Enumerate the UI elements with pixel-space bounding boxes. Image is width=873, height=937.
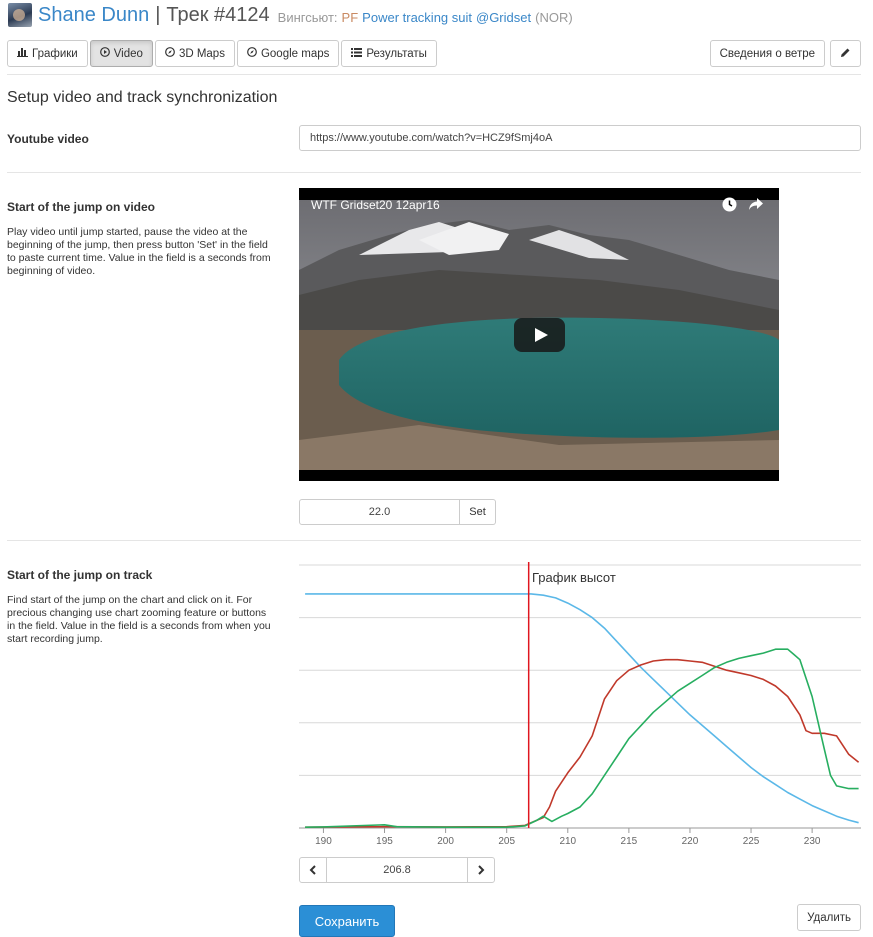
x-tick-label: 205 — [498, 836, 515, 847]
video-start-help: Play video until jump started, pause the… — [7, 226, 271, 277]
video-start-input[interactable]: 22.0 — [299, 499, 460, 525]
tab-results[interactable]: Результаты — [341, 40, 437, 67]
youtube-player[interactable]: WTF Gridset20 12apr16 — [299, 188, 779, 481]
x-tick-label: 215 — [621, 836, 638, 847]
divider — [7, 172, 861, 173]
suit-brand[interactable]: PF — [342, 10, 359, 25]
share-icon[interactable] — [748, 197, 764, 214]
suit-label: Вингсьют: — [277, 9, 338, 25]
track-start-label: Start of the jump on track — [7, 568, 153, 582]
suit-name-link[interactable]: Power tracking suit — [362, 10, 472, 25]
chevron-left-icon — [309, 863, 317, 878]
chart-title: График высот — [532, 570, 616, 585]
track-start-stepper: 206.8 — [299, 857, 495, 883]
x-tick-label: 225 — [743, 836, 760, 847]
youtube-url-input[interactable]: https://www.youtube.com/watch?v=HCZ9fSmj… — [299, 125, 861, 151]
play-icon — [534, 328, 548, 342]
list-icon — [351, 47, 363, 60]
vspeed-series-line — [305, 648, 859, 829]
pilot-name-link[interactable]: Shane Dunn — [38, 4, 149, 27]
video-start-label: Start of the jump on video — [7, 200, 156, 214]
youtube-label: Youtube video — [7, 132, 89, 146]
tab-google-maps[interactable]: Google maps — [236, 40, 340, 67]
edit-button[interactable] — [830, 40, 861, 67]
track-start-help: Find start of the jump on the chart and … — [7, 594, 271, 645]
page-title: Setup video and track synchronization — [7, 89, 278, 106]
x-tick-label: 195 — [376, 836, 393, 847]
tab-label: Google maps — [260, 47, 330, 60]
x-tick-label: 220 — [682, 836, 699, 847]
compass-icon — [247, 47, 257, 60]
wind-info-button[interactable]: Сведения о ветре — [709, 40, 825, 67]
header-actions: Сведения о ветре — [709, 40, 861, 67]
tab-charts[interactable]: Графики — [7, 40, 88, 67]
avatar[interactable] — [8, 3, 32, 27]
tab-label: Результаты — [366, 47, 427, 60]
increment-button[interactable] — [467, 857, 495, 883]
x-tick-label: 210 — [559, 836, 576, 847]
tab-label: 3D Maps — [178, 47, 225, 60]
play-button[interactable] — [514, 318, 565, 352]
set-button[interactable]: Set — [460, 499, 496, 525]
tab-3d-maps[interactable]: 3D Maps — [154, 40, 235, 67]
view-tabs: Графики Video 3D Maps Google maps Резуль… — [7, 40, 439, 67]
hspeed-series-line — [305, 658, 860, 828]
x-tick-label: 230 — [804, 836, 821, 847]
save-button[interactable]: Сохранить — [299, 905, 395, 937]
video-start-input-group: 22.0 Set — [299, 499, 496, 525]
divider — [7, 74, 861, 75]
altitude-chart[interactable]: График высот 190 195 200 205 210 215 220 225 230 — [299, 562, 861, 850]
x-tick-label: 200 — [437, 836, 454, 847]
tab-label: Video — [113, 47, 143, 60]
track-start-input[interactable]: 206.8 — [327, 857, 467, 883]
delete-button[interactable]: Удалить — [797, 904, 861, 931]
page-header: Shane Dunn | Трек #4124 Вингсьют: PF Pow… — [8, 2, 573, 28]
x-tick-label: 190 — [315, 836, 332, 847]
divider — [7, 540, 861, 541]
chevron-right-icon — [477, 863, 485, 878]
decrement-button[interactable] — [299, 857, 327, 883]
title-separator: | — [155, 3, 161, 26]
bar-chart-icon — [17, 47, 28, 60]
video-title: WTF Gridset20 12apr16 — [311, 198, 440, 212]
watch-later-icon[interactable] — [722, 197, 737, 215]
country: (NOR) — [535, 9, 573, 25]
pencil-icon — [840, 47, 851, 61]
altitude-series-line — [305, 593, 859, 824]
place-link[interactable]: @Gridset — [476, 10, 531, 25]
tab-label: Графики — [32, 47, 78, 60]
track-title: Трек #4124 — [166, 3, 270, 26]
compass-icon — [165, 47, 175, 60]
play-circle-icon — [99, 47, 110, 60]
tab-video[interactable]: Video — [89, 40, 153, 67]
